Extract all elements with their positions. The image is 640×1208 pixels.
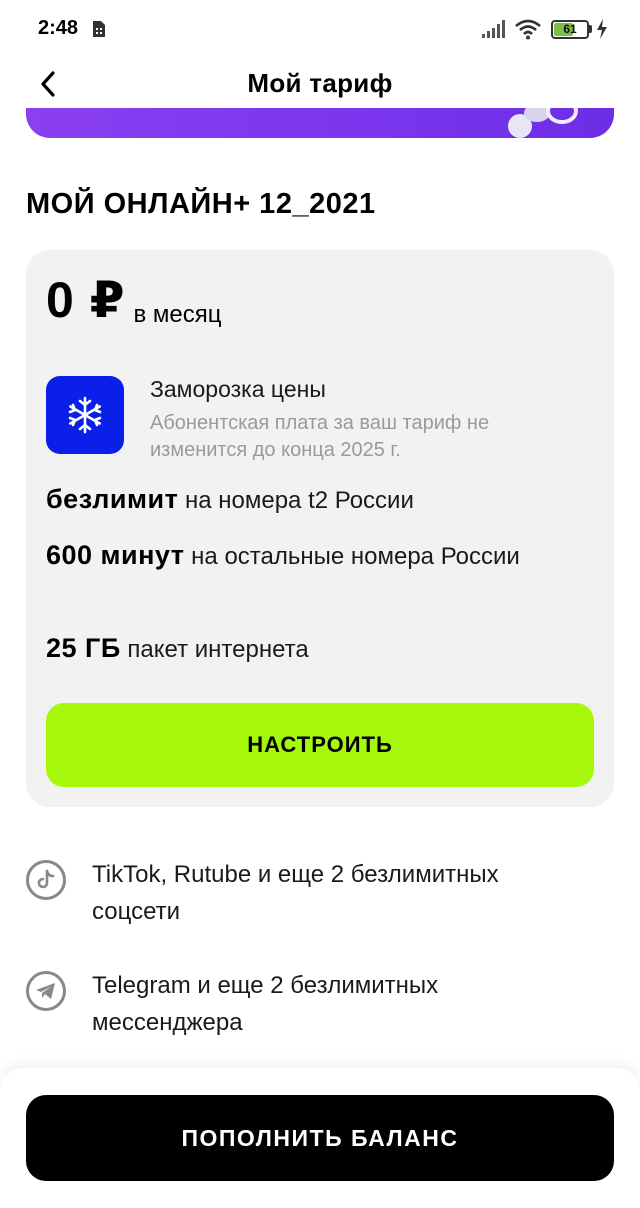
telegram-icon [26,971,66,1011]
configure-button[interactable]: НАСТРОИТЬ [46,703,594,787]
promo-banner[interactable] [26,108,614,138]
feature-bold: 25 ГБ [46,633,121,663]
status-time: 2:48 [38,17,79,39]
header: Мой тариф [0,60,640,108]
freeze-description: Абонентская плата за ваш тариф не измени… [150,412,490,461]
sim-icon [93,21,105,37]
feature-unlimited: безлимит на номера t2 России [46,481,596,519]
snowflake-icon [68,396,102,434]
charging-bolt-icon [597,19,607,39]
price-freeze-badge [46,376,124,454]
page-title: Мой тариф [247,68,393,98]
battery-icon: 61 [551,20,589,39]
price-period: в месяц [133,301,222,328]
plan-name: МОЙ ОНЛАЙН+ 12_2021 [26,188,376,220]
feature-internet: 25 ГБ пакет интернета [46,630,596,668]
feature-text: на номера t2 России [178,487,414,514]
status-bar: 2:48 61 [0,0,640,60]
wifi-icon [515,19,541,40]
signal-icon [482,20,505,38]
topup-balance-button[interactable]: ПОПОЛНИТЬ БАЛАНС [26,1095,614,1181]
feature-bold: безлимит [46,484,179,514]
feature-text: пакет интернета [120,636,309,663]
feature-text: на остальные номера России [184,543,520,570]
price-value: 0 ₽ [46,272,126,328]
plan-card: 0 ₽ в месяц Заморозка цены Абонентская п… [26,250,614,807]
battery-level: 61 [563,22,577,36]
feature-minutes: 600 минут на остальные номера России [46,537,596,575]
feature-bold: 600 минут [46,540,185,570]
extra-feature-text: Telegram и еще 2 безлимитных мессенджера [92,972,439,1036]
price-row: 0 ₽ в месяц [46,272,222,328]
battery-cap [589,25,592,33]
extra-feature-text: TikTok, Rutube и еще 2 безлимитных соцсе… [92,861,499,925]
banner-decoration [546,108,578,124]
freeze-title: Заморозка цены [150,376,326,402]
tiktok-icon [26,860,66,900]
